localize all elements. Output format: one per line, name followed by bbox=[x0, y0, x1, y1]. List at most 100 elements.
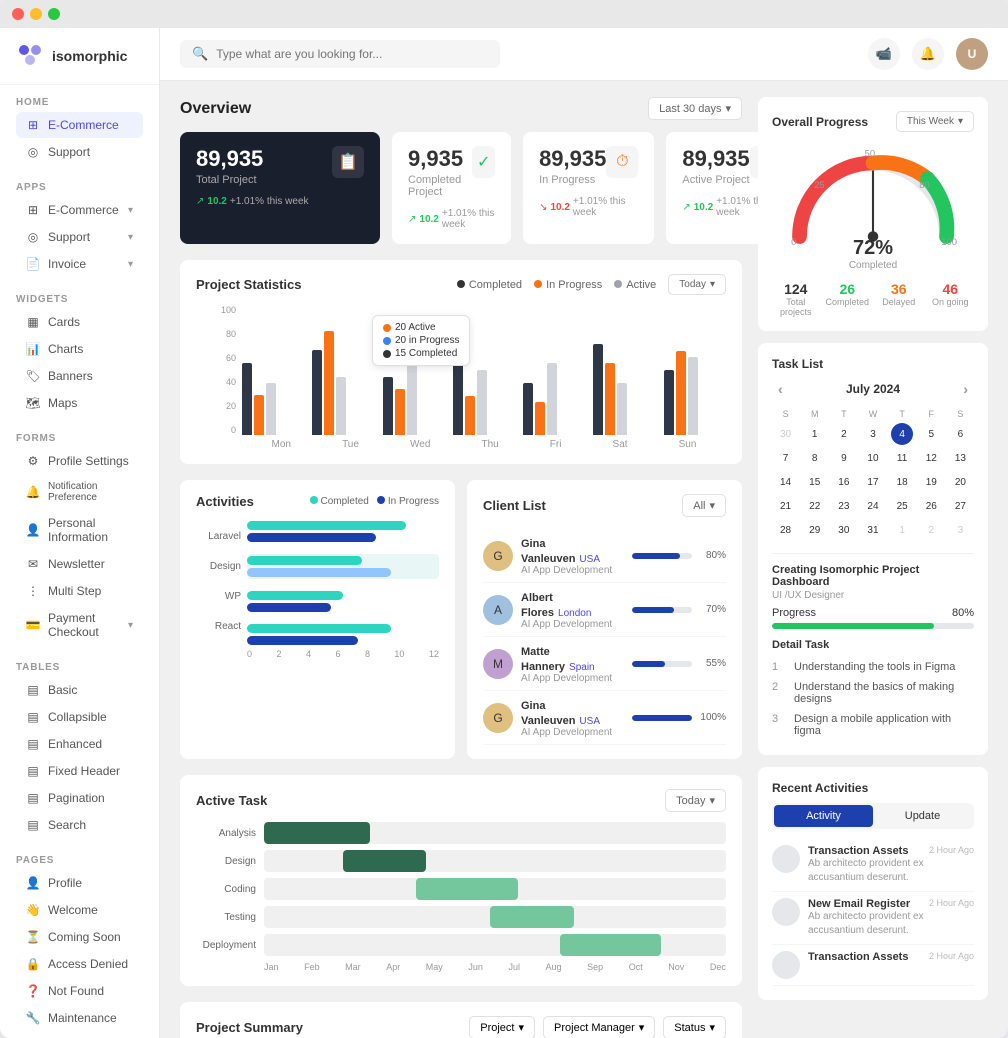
bar-chart-area: 100806040200 20 Active 20 in Progress 15… bbox=[196, 305, 726, 450]
cal-day-7[interactable]: 7 bbox=[775, 447, 797, 469]
sidebar-item-payment[interactable]: 💳 Payment Checkout ▾ bbox=[16, 605, 143, 645]
cal-day-23[interactable]: 23 bbox=[833, 495, 855, 517]
cal-day-19[interactable]: 19 bbox=[920, 471, 942, 493]
cal-day-18[interactable]: 18 bbox=[891, 471, 913, 493]
client-filter-button[interactable]: All ▾ bbox=[682, 494, 726, 517]
cal-day-20[interactable]: 20 bbox=[949, 471, 971, 493]
sidebar-item-label: Enhanced bbox=[48, 737, 102, 751]
cal-day-22[interactable]: 22 bbox=[804, 495, 826, 517]
sidebar-item-access-denied[interactable]: 🔒 Access Denied bbox=[16, 951, 143, 977]
video-icon-button[interactable]: 📹 bbox=[868, 38, 900, 70]
sidebar-item-ecommerce-app[interactable]: ⊞ E-Commerce ▾ bbox=[16, 197, 143, 223]
bell-icon-button[interactable]: 🔔 bbox=[912, 38, 944, 70]
cal-day-24[interactable]: 24 bbox=[862, 495, 884, 517]
sidebar-item-newsletter[interactable]: ✉ Newsletter bbox=[16, 551, 143, 577]
section-label-pages: PAGES bbox=[16, 855, 143, 866]
search-input[interactable] bbox=[216, 47, 488, 61]
cal-day-12[interactable]: 12 bbox=[920, 447, 942, 469]
stat-total-projects: 124 Total projects bbox=[772, 281, 820, 317]
cal-day-6[interactable]: 6 bbox=[949, 423, 971, 445]
cal-day-4-today[interactable]: 4 bbox=[891, 423, 913, 445]
stat-completed-value: 26 bbox=[824, 281, 872, 297]
sidebar-item-support-app[interactable]: ◎ Support ▾ bbox=[16, 224, 143, 250]
sidebar-item-cards[interactable]: ▦ Cards bbox=[16, 309, 143, 335]
sidebar-item-maintenance[interactable]: 🔧 Maintenance bbox=[16, 1005, 143, 1031]
sidebar-item-not-found[interactable]: ❓ Not Found bbox=[16, 978, 143, 1004]
cal-day-9[interactable]: 9 bbox=[833, 447, 855, 469]
cal-day-21[interactable]: 21 bbox=[775, 495, 797, 517]
sidebar-item-invoice[interactable]: 📄 Invoice ▾ bbox=[16, 251, 143, 277]
cal-day-3[interactable]: 3 bbox=[862, 423, 884, 445]
sidebar-item-welcome[interactable]: 👋 Welcome bbox=[16, 897, 143, 923]
cal-day-27[interactable]: 27 bbox=[949, 495, 971, 517]
close-button[interactable] bbox=[12, 8, 24, 20]
cal-day-16[interactable]: 16 bbox=[833, 471, 855, 493]
sidebar-item-multi-step[interactable]: ⋮ Multi Step bbox=[16, 578, 143, 604]
stat-card-total: 89,935 Total Project 📋 ↗10.2+1.01% this … bbox=[180, 132, 380, 244]
sidebar-item-fixed-header[interactable]: ▤ Fixed Header bbox=[16, 758, 143, 784]
cal-day-30[interactable]: 30 bbox=[833, 519, 855, 541]
activity-tab-update[interactable]: Update bbox=[873, 805, 972, 827]
sidebar-item-support[interactable]: ◎ Support bbox=[16, 139, 143, 165]
section-label-forms: FORMS bbox=[16, 433, 143, 444]
statistics-filter[interactable]: Today ▾ bbox=[668, 274, 726, 295]
client-progress-4: 100% bbox=[632, 712, 726, 723]
calendar-prev-button[interactable]: ‹ bbox=[772, 379, 789, 399]
sidebar-item-blank[interactable]: □ Blank bbox=[16, 1032, 143, 1038]
cal-day-5[interactable]: 5 bbox=[920, 423, 942, 445]
cal-day-2-next[interactable]: 2 bbox=[920, 519, 942, 541]
sidebar-item-pagination[interactable]: ▤ Pagination bbox=[16, 785, 143, 811]
sidebar-item-profile-settings[interactable]: ⚙ Profile Settings bbox=[16, 448, 143, 474]
logo-text: isomorphic bbox=[52, 48, 127, 64]
project-manager-filter-button[interactable]: Project Manager ▾ bbox=[543, 1016, 655, 1038]
cal-day-30-prev[interactable]: 30 bbox=[775, 423, 797, 445]
sidebar-item-profile[interactable]: 👤 Profile bbox=[16, 870, 143, 896]
cal-day-31[interactable]: 31 bbox=[862, 519, 884, 541]
status-filter-button[interactable]: Status ▾ bbox=[663, 1016, 726, 1038]
sidebar-item-personal-info[interactable]: 👤 Personal Information bbox=[16, 510, 143, 550]
sidebar-item-label: Pagination bbox=[48, 791, 105, 805]
sidebar-item-notification[interactable]: 🔔 Notification Preference bbox=[16, 475, 143, 509]
cal-day-11[interactable]: 11 bbox=[891, 447, 913, 469]
client-name-3: Matte HannerySpain bbox=[521, 643, 624, 673]
user-avatar[interactable]: U bbox=[956, 38, 988, 70]
cal-day-14[interactable]: 14 bbox=[775, 471, 797, 493]
cal-day-13[interactable]: 13 bbox=[949, 447, 971, 469]
sidebar-section-pages: PAGES 👤 Profile 👋 Welcome ⏳ Coming Soon … bbox=[0, 843, 159, 1038]
cal-day-29[interactable]: 29 bbox=[804, 519, 826, 541]
activity-tab-activity[interactable]: Activity bbox=[774, 805, 873, 827]
cal-day-26[interactable]: 26 bbox=[920, 495, 942, 517]
cal-day-1[interactable]: 1 bbox=[804, 423, 826, 445]
calendar-next-button[interactable]: › bbox=[957, 379, 974, 399]
sidebar-item-collapsible[interactable]: ▤ Collapsible bbox=[16, 704, 143, 730]
cal-day-3-next[interactable]: 3 bbox=[949, 519, 971, 541]
stat-value-inprogress: 89,935 bbox=[539, 146, 606, 172]
search-bar[interactable]: 🔍 bbox=[180, 40, 500, 68]
active-task-filter[interactable]: Today ▾ bbox=[665, 789, 726, 812]
sidebar-item-basic[interactable]: ▤ Basic bbox=[16, 677, 143, 703]
sidebar-item-banners[interactable]: 🏷 Banners bbox=[16, 363, 143, 389]
sidebar-item-charts[interactable]: 📊 Charts bbox=[16, 336, 143, 362]
sidebar-item-maps[interactable]: 🗺 Maps bbox=[16, 390, 143, 416]
overall-period-filter[interactable]: This Week ▾ bbox=[896, 111, 974, 132]
cal-day-25[interactable]: 25 bbox=[891, 495, 913, 517]
cal-day-10[interactable]: 10 bbox=[862, 447, 884, 469]
basic-icon: ▤ bbox=[26, 683, 40, 697]
cal-day-8[interactable]: 8 bbox=[804, 447, 826, 469]
sidebar-item-search[interactable]: ▤ Search bbox=[16, 812, 143, 838]
task-progress-fill bbox=[772, 623, 934, 629]
sidebar-item-coming-soon[interactable]: ⏳ Coming Soon bbox=[16, 924, 143, 950]
cal-day-28[interactable]: 28 bbox=[775, 519, 797, 541]
cal-day-2[interactable]: 2 bbox=[833, 423, 855, 445]
maximize-button[interactable] bbox=[48, 8, 60, 20]
minimize-button[interactable] bbox=[30, 8, 42, 20]
cal-day-15[interactable]: 15 bbox=[804, 471, 826, 493]
sidebar-item-ecommerce[interactable]: ⊞ E-Commerce bbox=[16, 112, 143, 138]
sidebar-item-enhanced[interactable]: ▤ Enhanced bbox=[16, 731, 143, 757]
client-list-panel: Client List All ▾ G Gina VanleuvenUSA AI… bbox=[467, 480, 742, 759]
cal-day-1-next[interactable]: 1 bbox=[891, 519, 913, 541]
cal-day-17[interactable]: 17 bbox=[862, 471, 884, 493]
date-filter-button[interactable]: Last 30 days ▾ bbox=[648, 97, 742, 120]
project-filter-button[interactable]: Project ▾ bbox=[469, 1016, 535, 1038]
client-info-2: Albert FloresLondon AI App Development bbox=[521, 589, 624, 630]
